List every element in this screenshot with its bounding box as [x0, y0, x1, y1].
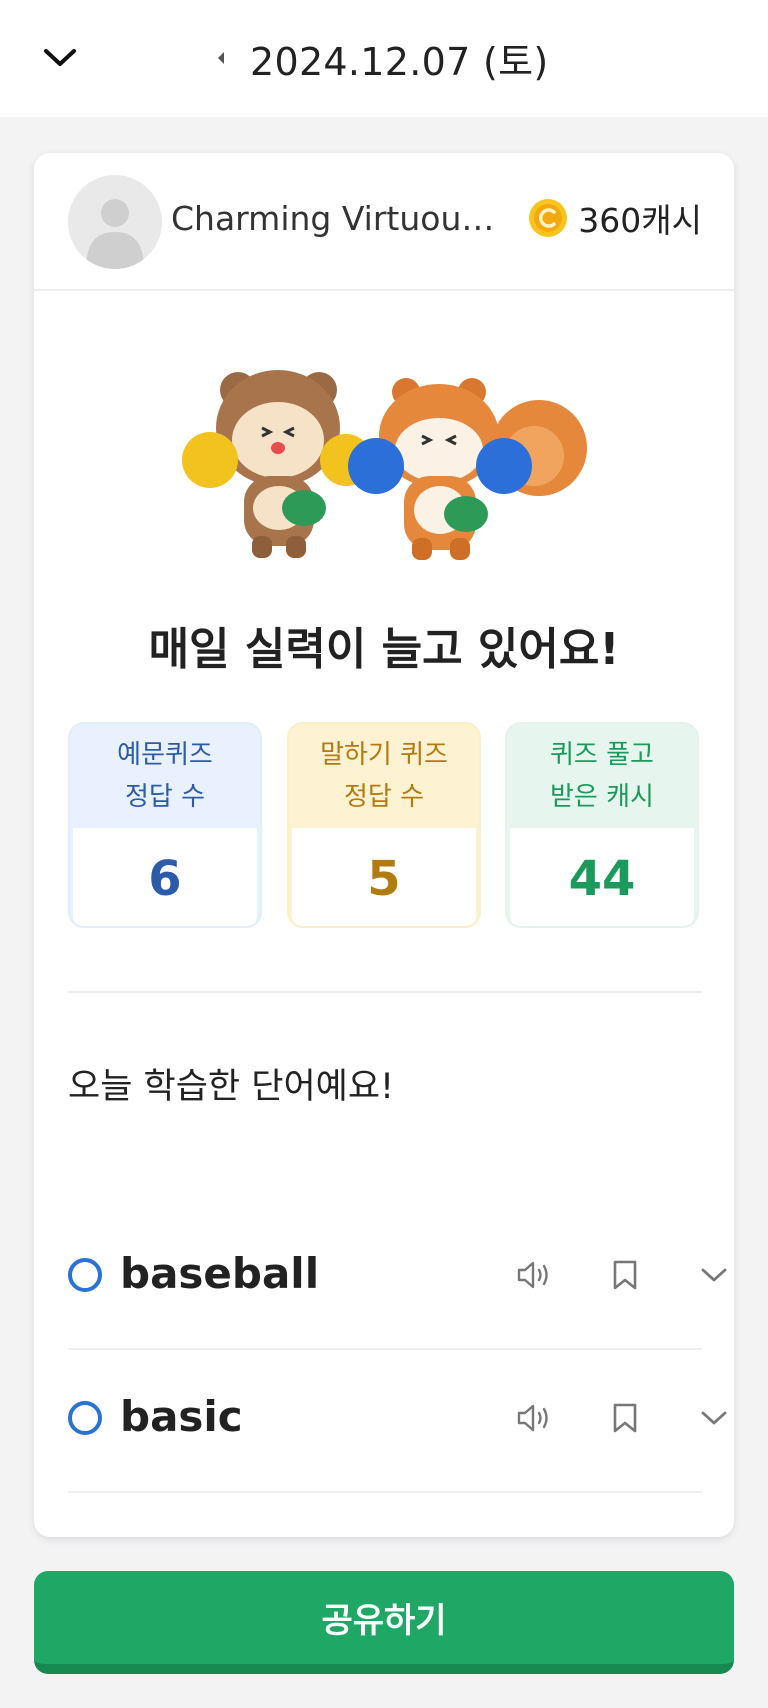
word-row[interactable]: basket: [68, 1493, 702, 1537]
stat-label-line2: 받은 캐시: [550, 782, 654, 812]
stat-label: 말하기 퀴즈 정답 수: [289, 724, 479, 828]
collapse-chevron-button[interactable]: [38, 40, 82, 76]
coin-icon: [529, 199, 568, 237]
profile-row: Charming Virtuous ... 360캐시: [34, 153, 734, 291]
headline: 매일 실력이 늘고 있어요!: [148, 624, 620, 675]
chevron-down-icon: [701, 1268, 727, 1282]
previous-day-button[interactable]: [210, 47, 232, 69]
stat-cash-earned: 퀴즈 풀고 받은 캐시 44: [505, 722, 699, 928]
correct-circle-icon: [68, 1258, 102, 1292]
current-date: 2024.12.07 (토): [250, 39, 549, 84]
stat-speaking-quiz-correct: 말하기 퀴즈 정답 수 5: [287, 722, 481, 928]
cheering-mascots-illustration: [182, 370, 587, 560]
cash-balance: 360캐시: [528, 195, 702, 241]
speaker-icon: [517, 1404, 548, 1432]
stat-label-line1: 퀴즈 풀고: [550, 740, 654, 771]
username: Charming Virtuous ...: [171, 199, 511, 238]
bookmark-button[interactable]: [605, 1398, 645, 1438]
share-button[interactable]: 공유하기: [34, 1571, 734, 1674]
stat-value: 6: [73, 828, 257, 926]
avatar: [68, 175, 162, 269]
default-user-icon: [86, 199, 144, 269]
chevron-down-icon: [44, 49, 76, 66]
word-row[interactable]: basic: [68, 1350, 727, 1493]
stat-label-line1: 예문퀴즈: [117, 740, 213, 771]
stat-label-line1: 말하기 퀴즈: [320, 740, 448, 771]
stat-label-line2: 정답 수: [343, 782, 425, 812]
stat-label: 예문퀴즈 정답 수: [70, 724, 260, 828]
divider: [68, 991, 702, 993]
pronounce-button[interactable]: [515, 1398, 555, 1438]
chevron-down-icon: [701, 1411, 727, 1425]
daily-report-card: Charming Virtuous ... 360캐시 매일 실력이 늘고 있어…: [34, 153, 734, 1537]
stat-example-quiz-correct: 예문퀴즈 정답 수 6: [68, 722, 262, 928]
speaker-icon: [517, 1261, 548, 1289]
word-text: basic: [120, 1392, 243, 1441]
bookmark-icon: [613, 1403, 637, 1433]
stat-value: 44: [510, 828, 694, 926]
top-bar: 2024.12.07 (토): [0, 0, 768, 117]
correct-circle-icon: [68, 1401, 102, 1435]
section-title: 오늘 학습한 단어예요!: [68, 1067, 395, 1107]
expand-button[interactable]: [694, 1255, 734, 1295]
date-navigator: 2024.12.07 (토): [210, 30, 548, 86]
bookmark-button[interactable]: [605, 1255, 645, 1295]
word-text: baseball: [120, 1249, 320, 1298]
stat-label-line2: 정답 수: [124, 782, 206, 812]
pronounce-button[interactable]: [515, 1255, 555, 1295]
bookmark-icon: [613, 1260, 637, 1290]
stat-value: 5: [292, 828, 476, 926]
expand-button[interactable]: [694, 1398, 734, 1438]
stat-label: 퀴즈 풀고 받은 캐시: [507, 724, 697, 828]
cash-amount: 360캐시: [578, 201, 702, 240]
word-text: basket: [120, 1535, 279, 1537]
word-row[interactable]: baseball: [68, 1207, 727, 1350]
caret-left-icon: [218, 52, 224, 64]
